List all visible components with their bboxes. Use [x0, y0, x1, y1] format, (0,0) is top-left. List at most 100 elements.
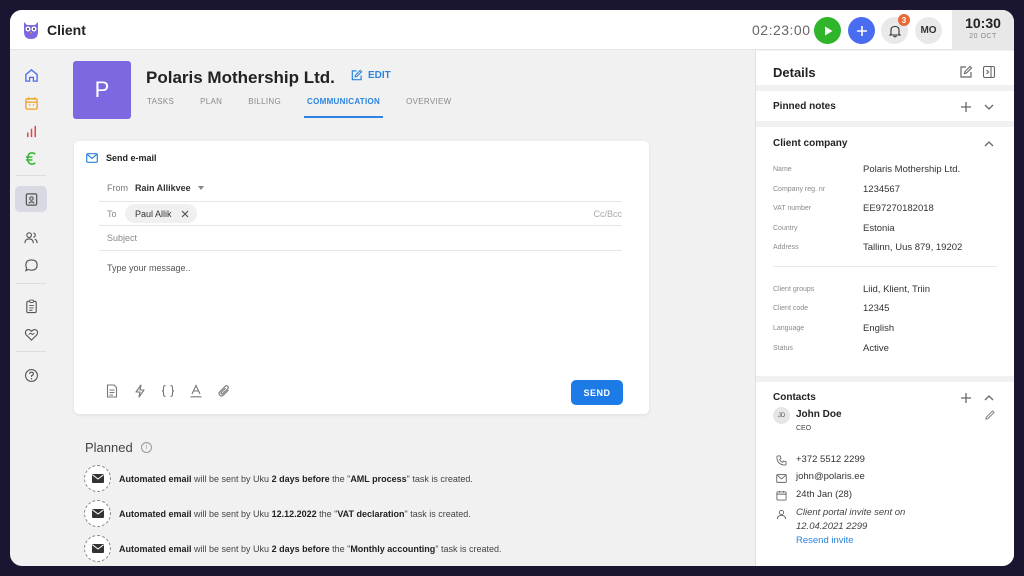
edit-label: EDIT [368, 70, 391, 81]
plus-icon[interactable] [959, 391, 973, 405]
contact-phone[interactable]: +372 5512 2299 [796, 454, 865, 465]
field-label: Language [773, 325, 805, 332]
contact-role: CEO [796, 425, 812, 432]
field-value: Estonia [863, 223, 895, 234]
pencil-icon[interactable] [983, 408, 997, 422]
lightning-icon[interactable] [132, 383, 147, 399]
notifications-button[interactable]: 3 [881, 14, 910, 44]
calendar-icon [775, 489, 787, 501]
heart-handshake-icon[interactable] [20, 323, 42, 345]
sidebar [10, 51, 52, 566]
tab-tasks[interactable]: TASKS [147, 96, 174, 118]
divider [99, 250, 622, 251]
text-format-icon[interactable] [188, 383, 203, 399]
field-label: Address [773, 244, 799, 251]
app-window: Client 02:23:00 3 MO 10:30 20 OCT P Pola… [10, 10, 1014, 566]
users-icon[interactable] [20, 226, 42, 248]
edit-client-button[interactable]: EDIT [350, 69, 391, 82]
planned-item: Automated email will be sent by Uku 12.1… [84, 500, 471, 527]
portal-invite-line2: 12.04.2021 2299 [796, 521, 868, 532]
close-icon[interactable] [181, 210, 189, 218]
field-value: English [863, 323, 895, 334]
field-value: Liid, Klient, Triin [863, 284, 931, 295]
cc-bcc-link[interactable]: Cc/Bcc [593, 209, 622, 219]
edit-icon[interactable] [959, 65, 973, 79]
portal-invite-status: Client portal invite sent on 12.04.2021 … [796, 506, 905, 534]
braces-icon[interactable] [160, 383, 175, 399]
planned-item: Automated email will be sent by Uku 2 da… [84, 465, 473, 492]
send-button[interactable]: SEND [571, 380, 623, 405]
envelope-icon [84, 500, 111, 527]
to-label: To [107, 209, 117, 219]
pinned-notes-title[interactable]: Pinned notes [773, 101, 836, 112]
resend-invite-link[interactable]: Resend invite [796, 535, 854, 546]
contact-email[interactable]: john@polaris.ee [796, 471, 865, 482]
field-value: Active [863, 343, 889, 354]
chevron-up-icon[interactable] [982, 391, 996, 405]
message-input[interactable]: Type your message.. [107, 263, 191, 273]
from-selector[interactable]: From Rain Allikvee [107, 183, 204, 193]
contact-avatar: JD [773, 407, 790, 424]
chevron-down-icon [197, 186, 204, 190]
contacts-title: Contacts [773, 392, 816, 403]
field-label: VAT number [773, 205, 812, 212]
contact-name[interactable]: John Doe [796, 409, 842, 420]
sidebar-divider [16, 283, 46, 284]
tab-overview[interactable]: OVERVIEW [406, 96, 451, 118]
recipient-name: Paul Allik [135, 208, 172, 219]
planned-item-text: Automated email will be sent by Uku 12.1… [119, 508, 471, 519]
chevron-up-icon[interactable] [982, 137, 996, 151]
clipboard-icon[interactable] [20, 295, 42, 317]
subject-field[interactable]: Subject [99, 225, 622, 249]
edit-icon [351, 69, 363, 81]
user-icon [775, 508, 787, 520]
plus-icon [856, 25, 867, 36]
document-icon[interactable] [104, 383, 119, 399]
tab-plan[interactable]: PLAN [200, 96, 222, 118]
app-title: Client [47, 22, 86, 38]
owl-logo-icon[interactable] [22, 20, 40, 40]
recipient-chip: Paul Allik [125, 204, 197, 223]
sidebar-divider [16, 175, 46, 176]
euro-icon[interactable] [20, 147, 42, 169]
field-label: Client groups [773, 286, 815, 293]
home-icon[interactable] [20, 64, 42, 86]
client-company-title: Client company [773, 138, 848, 149]
calendar-icon[interactable] [20, 92, 42, 114]
field-label: Name [773, 166, 792, 173]
envelope-icon [84, 535, 111, 562]
tab-billing[interactable]: BILLING [248, 96, 281, 118]
info-icon[interactable]: i [140, 442, 152, 453]
pinned-notes-section: Pinned notes [756, 91, 1014, 127]
bar-chart-icon[interactable] [20, 120, 42, 142]
tab-communication[interactable]: COMMUNICATION [304, 96, 384, 118]
field-value: 1234567 [863, 184, 900, 195]
details-title: Details [773, 65, 816, 80]
mail-icon [775, 472, 787, 484]
contact-birthday: 24th Jan (28) [796, 489, 852, 500]
collapse-panel-icon[interactable] [982, 65, 996, 79]
to-field[interactable]: To Paul Allik Cc/Bcc [99, 201, 622, 225]
play-timer-button[interactable] [814, 17, 841, 44]
divider [773, 266, 997, 267]
clock: 10:30 20 OCT [952, 10, 1014, 50]
field-value: 12345 [863, 303, 890, 314]
user-avatar[interactable]: MO [915, 17, 942, 44]
field-label: Country [773, 225, 798, 232]
field-label: Company reg. nr [773, 186, 826, 193]
contact-card-icon[interactable] [15, 186, 47, 212]
add-button[interactable] [848, 17, 875, 44]
email-toolbar [104, 383, 231, 399]
client-company-section: Client company Name Polaris Mothership L… [756, 127, 1014, 382]
plus-icon[interactable] [959, 100, 973, 114]
help-icon[interactable] [20, 364, 42, 386]
chevron-down-icon[interactable] [982, 100, 996, 114]
chat-icon[interactable] [20, 254, 42, 276]
email-card-title: Send e-mail [106, 153, 157, 163]
field-label: Status [773, 345, 793, 352]
details-panel: Details Pinned notes Client company Name [755, 51, 1014, 566]
phone-icon [775, 454, 787, 466]
paperclip-icon[interactable] [216, 383, 231, 399]
planned-section-title: Planned i [85, 440, 152, 455]
timer-display: 02:23:00 [752, 22, 811, 38]
